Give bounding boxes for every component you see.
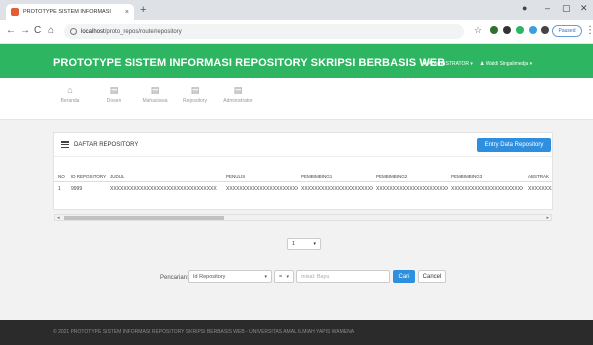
table-icon: ▤ bbox=[233, 85, 243, 95]
back-button[interactable]: ← bbox=[6, 25, 16, 36]
column-header: PEMBIMBING2 bbox=[376, 173, 408, 179]
window-close-button[interactable]: ✕ bbox=[580, 3, 588, 14]
extension-icon[interactable] bbox=[529, 26, 537, 34]
list-icon bbox=[61, 141, 69, 149]
user-menu[interactable]: ♟ Waldi Singalimedja ▾ bbox=[480, 61, 532, 67]
table-cell: XXXXXXXXXXXXXXXXXXXXXX bbox=[376, 185, 448, 192]
nav-label: Beranda bbox=[60, 98, 80, 104]
new-tab-button[interactable]: + bbox=[140, 4, 146, 16]
browser-tab[interactable]: PROTOTYPE SISTEM INFORMASI × bbox=[6, 4, 134, 20]
search-label: Pencarian: bbox=[160, 275, 189, 281]
tab-close-icon[interactable]: × bbox=[125, 9, 129, 16]
app-header: PROTOTYPE SISTEM INFORMASI REPOSITORY SK… bbox=[0, 44, 593, 78]
nav-label: Dosen bbox=[106, 98, 122, 104]
table-row[interactable]: 1 9999 XXXXXXXXXXXXXXXXXXXXXXXXXXXXXXXX … bbox=[54, 183, 552, 194]
entry-data-repository-button[interactable]: Entry Data Repository bbox=[477, 138, 551, 152]
table-cell: 1 bbox=[58, 185, 61, 192]
browser-tab-bar: PROTOTYPE SISTEM INFORMASI × + ● – ▢ ✕ bbox=[0, 0, 593, 20]
favicon-icon bbox=[11, 8, 19, 16]
chevron-down-icon: ▾ bbox=[286, 274, 289, 280]
nav-label: Administrator bbox=[223, 98, 253, 104]
tab-title: PROTOTYPE SISTEM INFORMASI bbox=[23, 9, 111, 15]
user-menu-label: Waldi Singalimedja bbox=[485, 61, 529, 67]
chevron-down-icon: ▾ bbox=[313, 241, 316, 247]
search-button[interactable]: Cari bbox=[393, 270, 415, 283]
app-title: PROTOTYPE SISTEM INFORMASI REPOSITORY SK… bbox=[53, 57, 446, 69]
bookmark-star-icon[interactable]: ☆ bbox=[474, 25, 482, 36]
nav-item-mahasiswa[interactable]: ▤ Mahasiswa bbox=[140, 85, 170, 105]
home-button[interactable]: ⌂ bbox=[48, 25, 54, 36]
column-header: PEMBIMBING3 bbox=[451, 173, 483, 179]
extension-icon[interactable] bbox=[503, 26, 511, 34]
horizontal-scrollbar[interactable]: ◂ ▸ bbox=[54, 214, 552, 221]
page-select-value: 1 bbox=[292, 241, 296, 247]
repository-panel: DAFTAR REPOSITORY Entry Data Repository … bbox=[53, 132, 553, 221]
profile-icon[interactable]: ● bbox=[522, 3, 527, 13]
column-header: PEMBIMBING1 bbox=[301, 173, 333, 179]
column-header: PENULIS bbox=[226, 173, 246, 179]
footer-text: © 2021 PROTOTYPE SISTEM INFORMASI REPOSI… bbox=[53, 329, 355, 335]
puzzle-icon[interactable] bbox=[541, 26, 549, 34]
nav-item-administrator[interactable]: ▤ Administrator bbox=[218, 85, 258, 105]
column-header: ABSTRAK bbox=[528, 173, 550, 179]
extension-icon[interactable] bbox=[490, 26, 498, 34]
table-header-row: NO ID REPOSITORY JUDUL PENULIS PEMBIMBIN… bbox=[54, 171, 552, 182]
page-footer: © 2021 PROTOTYPE SISTEM INFORMASI REPOSI… bbox=[0, 320, 593, 345]
maximize-button[interactable]: ▢ bbox=[562, 3, 571, 14]
scrollbar-thumb[interactable] bbox=[64, 216, 224, 220]
table-cell: XXXXXXXXXX bbox=[528, 185, 552, 192]
nav-item-repository[interactable]: ▤ Repository bbox=[180, 85, 210, 105]
profile-paused-button[interactable]: Paused bbox=[552, 25, 582, 37]
search-field-select[interactable]: Id Repository ▾ bbox=[188, 270, 272, 283]
column-header: ID REPOSITORY bbox=[71, 173, 107, 179]
chevron-down-icon: ▾ bbox=[264, 274, 267, 280]
table-cell: 9999 bbox=[71, 185, 83, 192]
table-cell: XXXXXXXXXXXXXXXXXXXXXX bbox=[301, 185, 373, 192]
search-operator-select[interactable]: = ▾ bbox=[274, 270, 294, 283]
nav-item-dosen[interactable]: ▤ Dosen bbox=[99, 85, 129, 105]
table-icon: ▤ bbox=[190, 85, 200, 95]
nav-label: Repository bbox=[183, 98, 207, 104]
table-cell: XXXXXXXXXXXXXXXXXXXXXXXXXXXXXXXX bbox=[110, 185, 217, 192]
nav-label: Mahasiswa bbox=[142, 98, 168, 104]
admin-menu[interactable]: ▼ ADMINISTRATOR ▾ bbox=[422, 61, 473, 67]
search-input-placeholder: misal: Bayu bbox=[301, 274, 330, 280]
search-input[interactable]: misal: Bayu bbox=[296, 270, 390, 283]
extension-icon[interactable] bbox=[516, 26, 524, 34]
main-nav: ⌂ Beranda ▤ Dosen ▤ Mahasiswa ▤ Reposito… bbox=[0, 78, 593, 120]
panel-header: DAFTAR REPOSITORY Entry Data Repository bbox=[54, 133, 552, 157]
table-cell: XXXXXXXXXXXXXXXXXXXXXX bbox=[226, 185, 298, 192]
info-icon[interactable] bbox=[70, 28, 77, 35]
url-input[interactable]: localhost/proto_repos/route/repository bbox=[64, 24, 464, 39]
table-cell: XXXXXXXXXXXXXXXXXXXXXX bbox=[451, 185, 523, 192]
cancel-button[interactable]: Cancel bbox=[418, 270, 446, 283]
search-field-value: Id Repository bbox=[193, 274, 226, 280]
column-header: NO bbox=[58, 173, 65, 179]
reload-button[interactable]: C bbox=[34, 25, 41, 36]
scroll-left-icon[interactable]: ◂ bbox=[57, 215, 60, 221]
page-select[interactable]: 1 ▾ bbox=[287, 238, 321, 250]
url-host: localhost bbox=[81, 28, 105, 35]
table-icon: ▤ bbox=[109, 85, 119, 95]
url-path: /proto_repos/route/repository bbox=[104, 28, 182, 35]
panel-title: DAFTAR REPOSITORY bbox=[74, 142, 139, 148]
nav-item-beranda[interactable]: ⌂ Beranda bbox=[55, 85, 85, 105]
admin-menu-label: ADMINISTRATOR bbox=[428, 61, 469, 67]
search-operator-value: = bbox=[279, 274, 283, 280]
column-header: JUDUL bbox=[110, 173, 125, 179]
browser-address-bar: ← → C ⌂ localhost/proto_repos/route/repo… bbox=[0, 20, 593, 44]
home-icon: ⌂ bbox=[67, 85, 73, 95]
menu-dots-icon[interactable]: ⋮ bbox=[585, 25, 593, 36]
scroll-right-icon[interactable]: ▸ bbox=[546, 215, 549, 221]
content-area: DAFTAR REPOSITORY Entry Data Repository … bbox=[0, 120, 593, 320]
table-icon: ▤ bbox=[150, 85, 160, 95]
minimize-button[interactable]: – bbox=[545, 3, 550, 13]
forward-button[interactable]: → bbox=[20, 25, 30, 36]
